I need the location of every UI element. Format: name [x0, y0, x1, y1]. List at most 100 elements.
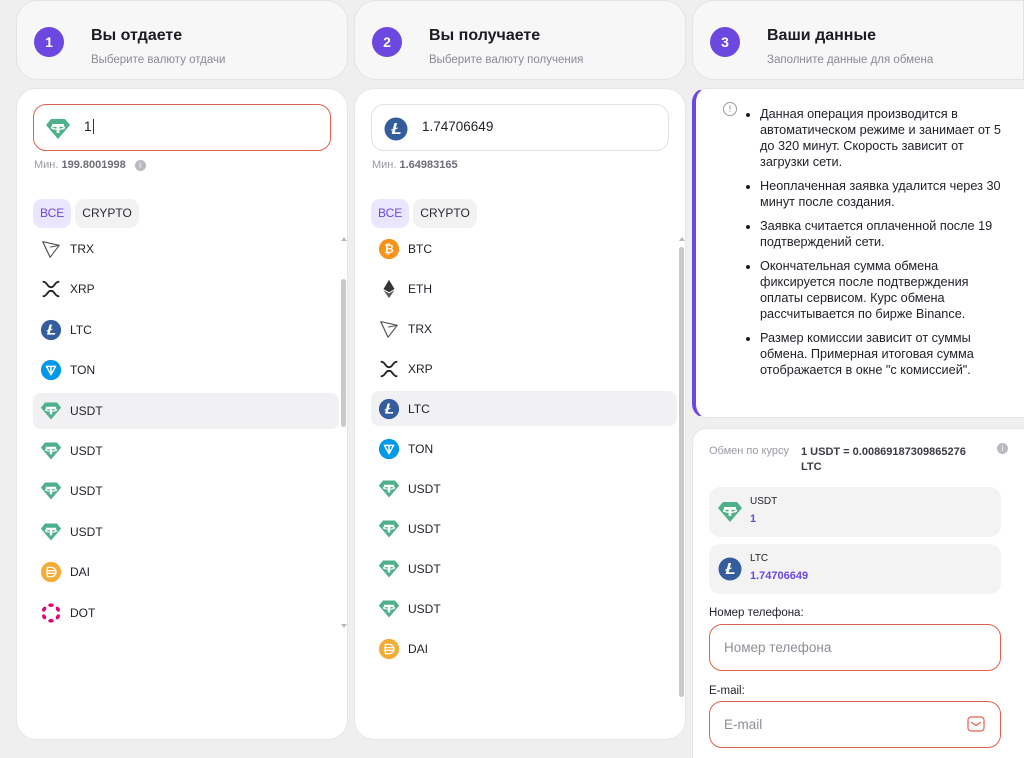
- scrollbar-thumb[interactable]: [679, 247, 684, 697]
- info-bullets: Данная операция производится в автоматич…: [760, 106, 1005, 386]
- receive-filters: ВСЕ CRYPTO: [371, 199, 481, 228]
- info-icon[interactable]: i: [134, 160, 146, 171]
- phone-field[interactable]: Номер телефона: [709, 624, 1001, 671]
- receive-panel: 1.74706649 Мин. 1.64983165 ВСЕ CRYPTO ₿ BTC…: [354, 88, 686, 740]
- currency-item-trx[interactable]: TRX: [371, 311, 677, 346]
- step-title: Ваши данные: [767, 27, 877, 44]
- rate-value: 1 USDT = 0.00869187309865276 LTC: [801, 446, 966, 473]
- currency-item-ton[interactable]: TON: [33, 352, 339, 388]
- step-2-header: 2 Вы получаете Выберите валюту получения: [354, 0, 686, 80]
- currency-label: TON: [408, 442, 434, 456]
- currency-item-usdt[interactable]: USDT: [371, 471, 677, 506]
- email-label: E-mail:: [709, 685, 745, 697]
- details-column: 3 Ваши данные Заполните данные для обмен…: [692, 0, 1024, 758]
- svg-text:₿: ₿: [384, 242, 394, 256]
- xrp-icon: [378, 358, 400, 380]
- step-number: 3: [710, 27, 740, 57]
- give-column: 1 Вы отдаете Выберите валюту отдачи 1 Ми…: [16, 0, 348, 740]
- dai-icon: [378, 638, 400, 660]
- filter-all[interactable]: ВСЕ: [371, 199, 410, 228]
- ltc-icon: [383, 117, 409, 146]
- currency-label: LTC: [408, 402, 430, 416]
- ltc-icon: [717, 557, 743, 586]
- info-bullet: Заявка считается оплаченной после 19 под…: [760, 218, 1005, 250]
- exchange-form: Обмен по курсу 1 USDT = 0.00869187309865…: [692, 428, 1024, 758]
- dai-icon: [40, 561, 62, 583]
- currency-item-usdt[interactable]: USDT: [33, 392, 339, 429]
- ltc-icon: [378, 398, 400, 420]
- mail-icon: [967, 716, 985, 737]
- filter-all[interactable]: ВСЕ: [33, 199, 72, 228]
- currency-label: TRX: [70, 242, 94, 256]
- info-icon[interactable]: i: [997, 443, 1008, 454]
- scroll-up-arrow[interactable]: [679, 237, 685, 241]
- info-bullet: Окончательная сумма обмена фиксируется п…: [760, 258, 1005, 322]
- currency-item-dot[interactable]: DOT: [33, 595, 339, 631]
- give-amount-value: 1: [84, 119, 92, 134]
- trx-icon: [378, 318, 400, 340]
- scroll-up-arrow[interactable]: [341, 237, 347, 241]
- give-currency-list: TRX XRP LTC TON USDT USDT USDT USDT DAI DOT: [33, 231, 339, 635]
- email-placeholder: E-mail: [724, 717, 763, 732]
- info-bullet: Неоплаченная заявка удалится через 30 ми…: [760, 178, 1005, 210]
- filter-crypto[interactable]: CRYPTO: [75, 199, 139, 228]
- currency-item-usdt[interactable]: USDT: [371, 511, 677, 546]
- step-number: 1: [34, 27, 64, 57]
- step-number: 2: [372, 27, 402, 57]
- currency-label: USDT: [408, 562, 441, 576]
- give-filters: ВСЕ CRYPTO: [33, 199, 143, 228]
- currency-item-usdt[interactable]: USDT: [371, 591, 677, 626]
- currency-label: DAI: [70, 565, 91, 580]
- give-summary: USDT 1: [709, 487, 1001, 537]
- step-title: Вы отдаете: [91, 27, 183, 44]
- step-subtitle: Заполните данные для обмена: [767, 54, 934, 66]
- currency-item-ltc[interactable]: LTC: [371, 391, 677, 426]
- usdt-icon: [40, 400, 62, 422]
- min-value: 1.64983165: [399, 159, 458, 171]
- currency-item-btc[interactable]: ₿ BTC: [371, 231, 677, 266]
- receive-currency: LTC: [750, 553, 769, 564]
- currency-item-usdt[interactable]: USDT: [371, 551, 677, 586]
- currency-label: USDT: [70, 484, 103, 499]
- receive-amount-value: 1.74706649: [422, 119, 494, 134]
- receive-summary: LTC 1.74706649: [709, 544, 1001, 594]
- text-caret: [92, 119, 94, 134]
- currency-item-ton[interactable]: TON: [371, 431, 677, 466]
- currency-item-dai[interactable]: DAI: [371, 631, 677, 666]
- usdt-icon: [378, 518, 400, 540]
- currency-item-usdt[interactable]: USDT: [33, 433, 339, 469]
- currency-item-dai[interactable]: DAI: [33, 554, 339, 590]
- currency-item-eth[interactable]: ETH: [371, 271, 677, 306]
- currency-label: ETH: [408, 282, 432, 296]
- step-subtitle: Выберите валюту получения: [429, 54, 584, 66]
- currency-label: USDT: [70, 403, 103, 418]
- currency-label: USDT: [408, 602, 441, 616]
- min-value: 199.8001998: [61, 159, 126, 171]
- give-amount-input[interactable]: 1: [33, 104, 331, 151]
- currency-item-xrp[interactable]: XRP: [371, 351, 677, 386]
- currency-item-usdt[interactable]: USDT: [33, 473, 339, 509]
- currency-item-trx[interactable]: TRX: [33, 231, 339, 267]
- currency-label: USDT: [70, 443, 103, 458]
- currency-label: USDT: [408, 482, 441, 496]
- scrollbar-thumb[interactable]: [341, 279, 346, 427]
- usdt-icon: [40, 521, 62, 543]
- currency-item-usdt[interactable]: USDT: [33, 514, 339, 550]
- min-label: Мин.: [372, 159, 397, 171]
- currency-item-xrp[interactable]: XRP: [33, 271, 339, 307]
- receive-amount: 1.74706649: [750, 570, 809, 582]
- scroll-down-arrow[interactable]: [341, 624, 347, 628]
- step-3-header: 3 Ваши данные Заполните данные для обмен…: [692, 0, 1024, 80]
- dot-icon: [40, 602, 62, 624]
- filter-crypto[interactable]: CRYPTO: [413, 199, 477, 228]
- currency-label: USDT: [70, 524, 103, 539]
- email-field[interactable]: E-mail: [709, 701, 1001, 748]
- currency-label: LTC: [70, 322, 92, 337]
- receive-amount-input[interactable]: 1.74706649: [371, 104, 669, 151]
- usdt-icon: [378, 558, 400, 580]
- currency-label: DOT: [70, 605, 96, 620]
- currency-item-ltc[interactable]: LTC: [33, 312, 339, 348]
- xrp-icon: [40, 278, 62, 300]
- usdt-icon: [45, 117, 71, 146]
- usdt-icon: [378, 598, 400, 620]
